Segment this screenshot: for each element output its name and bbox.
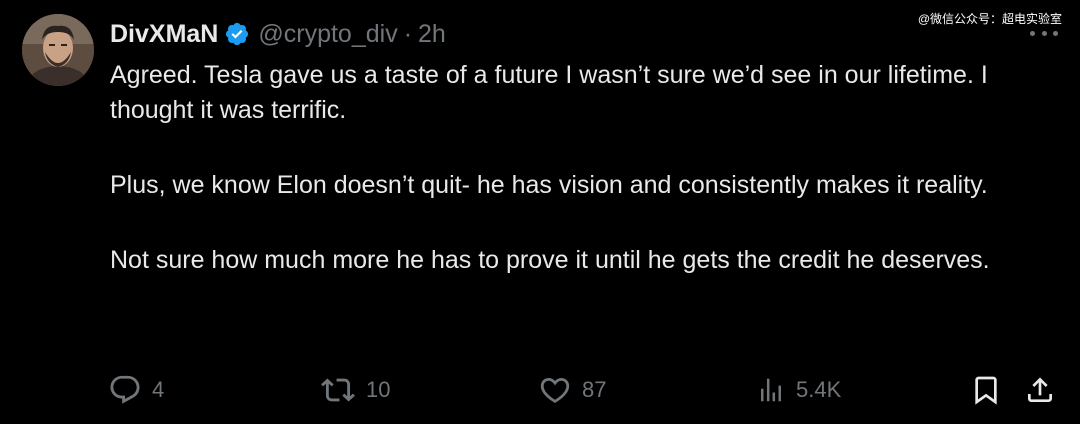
views-count: 5.4K — [796, 377, 842, 402]
share-button[interactable] — [1024, 370, 1056, 410]
separator-dot: · — [403, 19, 413, 48]
tweet-paragraph: Plus, we know Elon doesn’t quit- he has … — [110, 171, 988, 199]
repost-count: 10 — [366, 377, 391, 402]
views-icon — [756, 373, 786, 407]
repost-button[interactable]: 10 — [320, 370, 390, 410]
tweet-text: Agreed. Tesla gave us a taste of a futur… — [110, 58, 1040, 278]
like-icon — [538, 373, 572, 407]
tweet-card[interactable]: DivXMaN @crypto_div · 2h @微信公众号：超电实验室 Ag… — [0, 0, 1080, 424]
tweet-paragraph: Agreed. Tesla gave us a taste of a futur… — [110, 61, 988, 124]
author-handle[interactable]: @crypto_div — [258, 20, 397, 49]
reply-button[interactable]: 4 — [108, 370, 164, 410]
reply-icon — [108, 373, 142, 407]
share-icon — [1024, 373, 1056, 407]
watermark-label: @微信公众号：超电实验室 — [917, 12, 1062, 26]
views-button[interactable]: 5.4K — [756, 370, 841, 410]
display-name[interactable]: DivXMaN — [110, 20, 218, 49]
verified-badge-icon[interactable] — [224, 21, 250, 47]
more-options-icon[interactable] — [1030, 28, 1058, 38]
bookmark-icon — [970, 373, 1002, 407]
avatar[interactable] — [22, 14, 94, 86]
bookmark-button[interactable] — [970, 370, 1002, 410]
repost-icon — [320, 373, 356, 407]
action-bar: 4 10 87 5.4K — [108, 370, 1058, 410]
like-button[interactable]: 87 — [538, 370, 606, 410]
reply-count: 4 — [152, 377, 165, 402]
tweet-paragraph: Not sure how much more he has to prove i… — [110, 246, 990, 274]
tweet-header: DivXMaN @crypto_div · 2h — [110, 16, 446, 52]
timestamp[interactable]: 2h — [418, 20, 446, 49]
like-count: 87 — [582, 377, 607, 402]
